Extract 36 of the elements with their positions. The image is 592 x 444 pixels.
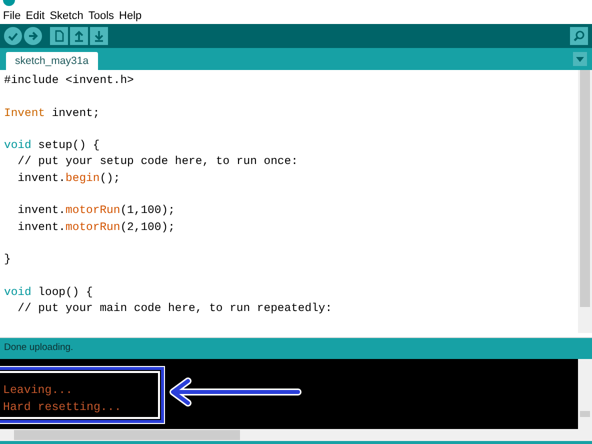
open-button[interactable]: [70, 27, 88, 45]
serial-monitor-button[interactable]: [570, 27, 588, 45]
sketch-tab[interactable]: sketch_may31a: [6, 52, 98, 70]
vertical-scrollbar[interactable]: [578, 70, 592, 333]
menu-item[interactable]: Tools: [88, 9, 114, 23]
code-line: #include <invent.h>: [4, 74, 135, 89]
horizontal-scrollbar[interactable]: [0, 429, 592, 441]
code-line: Invent invent;: [4, 106, 101, 122]
down-arrow-icon: [94, 30, 104, 42]
upload-button[interactable]: [24, 27, 42, 45]
document-icon: [55, 30, 64, 42]
check-icon: [8, 32, 18, 41]
menu-item[interactable]: File: [3, 9, 21, 23]
menu-item[interactable]: Edit: [26, 9, 45, 23]
code-line: void setup() {: [4, 138, 101, 154]
console-vertical-scrollbar[interactable]: [578, 359, 592, 429]
code-line: // put your setup code here, to run once:: [16, 154, 299, 170]
code-line: void loop() {: [4, 286, 94, 301]
menu-item[interactable]: Sketch: [50, 9, 84, 23]
code-line: invent.motorRun(2,100);: [16, 220, 176, 236]
menu-item[interactable]: Help: [119, 9, 142, 23]
code-line: // put your main code here, to run repeatedly:: [16, 302, 334, 318]
code-line: }: [4, 252, 12, 268]
save-button[interactable]: [90, 27, 108, 45]
tab-menu-button[interactable]: [573, 52, 587, 66]
console-line: Hard resetting...: [3, 400, 122, 416]
console-line: Leaving...: [3, 383, 73, 399]
magnifier-icon: [574, 30, 584, 42]
right-arrow-icon: [28, 32, 38, 40]
up-arrow-icon: [74, 30, 84, 42]
verify-button[interactable]: [4, 27, 22, 45]
code-line: invent.motorRun(1,100);: [16, 204, 176, 220]
caret-icon: [576, 56, 584, 62]
status-message: Done uploading.: [3, 341, 74, 353]
new-button[interactable]: [50, 27, 68, 45]
code-line: invent.begin();: [16, 172, 122, 187]
